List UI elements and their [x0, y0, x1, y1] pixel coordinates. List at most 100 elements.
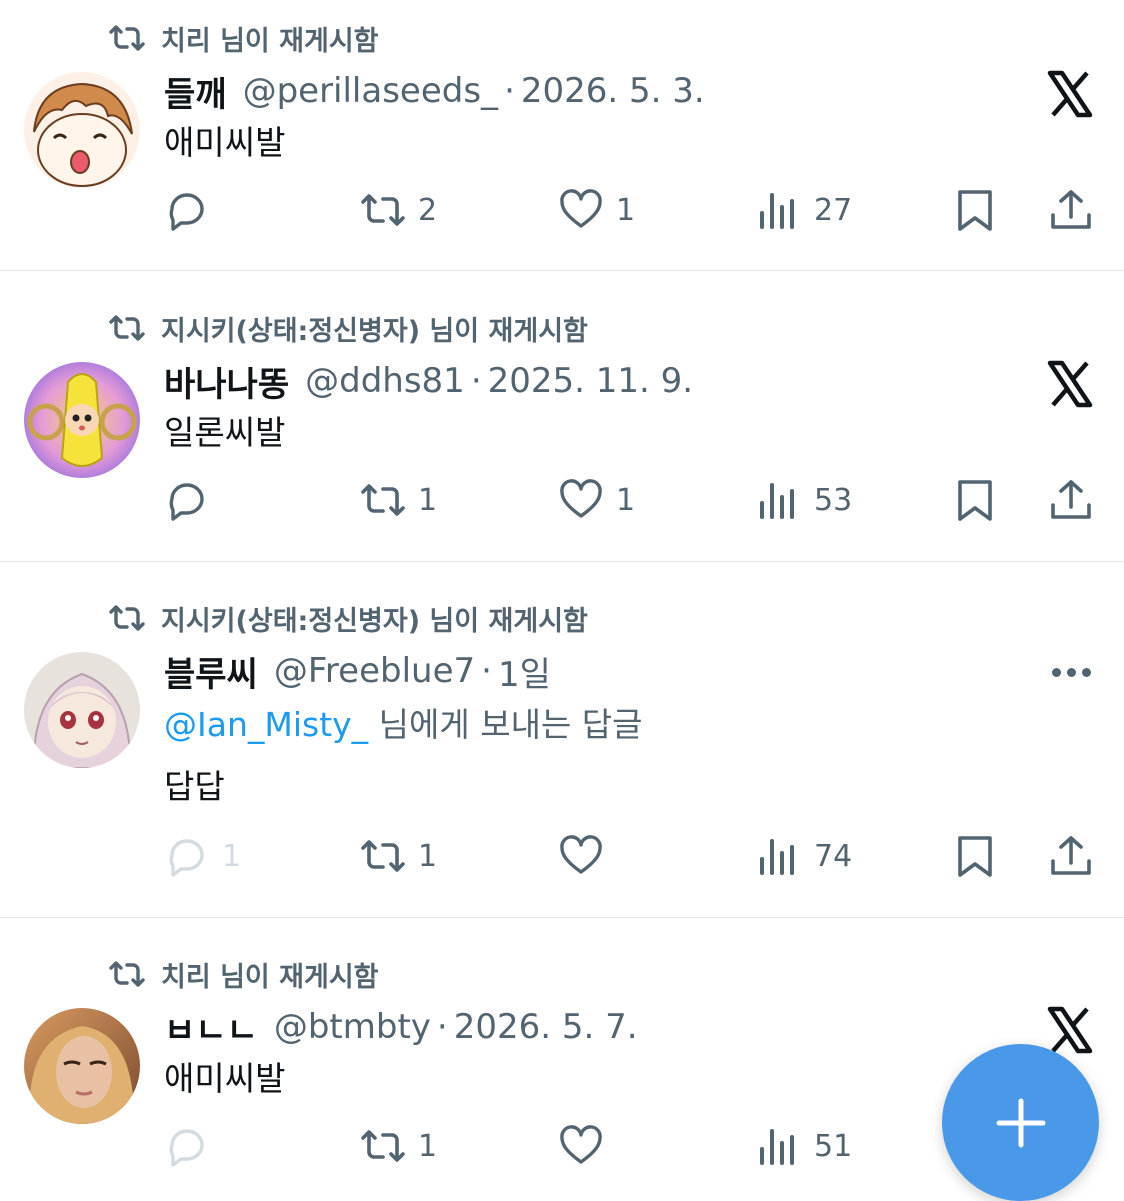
tweet-2[interactable]: 지시키(상태:정신병자) 님이 재게시함 바나나똥 @ddhs81 · 2025… [0, 290, 1124, 560]
retweet-context: 치리 님이 재게시함 [107, 954, 379, 994]
retweet-count: 1 [418, 482, 438, 518]
retweet-icon [361, 194, 405, 226]
tweet-header: 들깨 @perillaseeds_ · 2026. 5. 3. [164, 67, 705, 116]
divider [0, 561, 1124, 562]
x-logo-icon[interactable] [1046, 1006, 1094, 1054]
heart-icon [560, 1125, 602, 1164]
views-button[interactable]: 74 [756, 828, 852, 884]
avatar[interactable] [24, 1008, 140, 1124]
timestamp[interactable]: 2026. 5. 7. [454, 1007, 638, 1047]
retweet-small-icon [109, 605, 145, 631]
timestamp[interactable]: 2025. 11. 9. [488, 361, 693, 401]
views-count: 51 [814, 1128, 853, 1164]
retweet-button[interactable]: 1 [360, 472, 437, 528]
like-count: 1 [616, 482, 636, 518]
reply-context: @Ian_Misty_ 님에게 보내는 답글 [164, 698, 643, 746]
bookmark-icon [958, 836, 992, 877]
handle[interactable]: @btmbty [274, 1007, 431, 1047]
compose-button[interactable] [942, 1044, 1099, 1201]
separator-dot: · [436, 1007, 448, 1047]
reply-icon [169, 1129, 204, 1167]
handle[interactable]: @ddhs81 [305, 361, 465, 401]
tweet-header: ㅂㄴㄴ @btmbty · 2026. 5. 7. [164, 1003, 638, 1052]
views-count: 53 [814, 482, 853, 518]
heart-icon [560, 479, 602, 518]
like-button[interactable] [558, 1118, 616, 1174]
display-name[interactable]: ㅂㄴㄴ [164, 1003, 258, 1052]
avatar[interactable] [24, 652, 140, 768]
retweet-count: 1 [418, 1128, 438, 1164]
divider [0, 270, 1124, 271]
views-button[interactable]: 51 [756, 1118, 852, 1174]
tweet-text: 애미씨발 [164, 1059, 286, 1098]
display-name[interactable]: 블루씨 [164, 647, 258, 696]
reply-context-text: 님에게 보내는 답글 [368, 705, 643, 744]
views-button[interactable]: 53 [756, 472, 852, 528]
tweet-header: 블루씨 @Freeblue7 · 1일 [164, 647, 551, 696]
retweet-button[interactable]: 1 [360, 1118, 437, 1174]
retweet-context: 치리 님이 재게시함 [107, 18, 379, 58]
retweet-context: 지시키(상태:정신병자) 님이 재게시함 [107, 598, 588, 638]
share-button[interactable] [1048, 182, 1094, 238]
retweet-small-icon [109, 315, 145, 341]
action-bar: 2 1 27 [0, 182, 1124, 238]
views-icon [760, 483, 794, 519]
share-icon [1051, 480, 1091, 519]
retweet-icon [361, 840, 405, 872]
tweet-text: 애미씨발 [164, 123, 286, 162]
retweet-small-icon [109, 961, 145, 987]
like-button[interactable]: 1 [558, 182, 635, 238]
retweet-icon [361, 1130, 405, 1162]
bookmark-icon [958, 190, 992, 231]
more-options-icon[interactable] [1052, 662, 1096, 682]
reply-icon [169, 193, 204, 231]
reply-icon [169, 483, 204, 521]
handle[interactable]: @Freeblue7 [274, 651, 475, 691]
tweet-3[interactable]: 지시키(상태:정신병자) 님이 재게시함 블루씨 @Freeblue7 · 1일… [0, 580, 1124, 916]
action-bar: 1 1 53 [0, 472, 1124, 528]
avatar[interactable] [24, 362, 140, 478]
bookmark-button[interactable] [952, 828, 998, 884]
handle[interactable]: @perillaseeds_ [243, 71, 499, 111]
retweet-context-text: 치리 님이 재게시함 [161, 961, 379, 993]
reply-mention-link[interactable]: @Ian_Misty_ [164, 705, 368, 744]
tweet-text: 일론씨발 [164, 413, 286, 452]
heart-icon [560, 835, 602, 874]
share-icon [1051, 836, 1091, 875]
retweet-small-icon [109, 25, 145, 51]
timestamp[interactable]: 1일 [498, 647, 551, 696]
bookmark-button[interactable] [952, 472, 998, 528]
retweet-button[interactable]: 2 [360, 182, 437, 238]
bookmark-icon [958, 480, 992, 521]
separator-dot: · [481, 651, 492, 691]
tweet-1[interactable]: 치리 님이 재게시함 들깨 @perillaseeds_ · 2026. 5. … [0, 0, 1124, 270]
reply-button[interactable]: 1 [164, 828, 241, 884]
reply-button[interactable] [164, 472, 222, 528]
separator-dot: · [470, 361, 482, 401]
separator-dot: · [504, 71, 515, 111]
reply-button[interactable] [164, 1118, 222, 1174]
retweet-icon [361, 484, 405, 516]
avatar[interactable] [24, 72, 140, 188]
views-icon [760, 193, 794, 229]
retweet-button[interactable]: 1 [360, 828, 437, 884]
display-name[interactable]: 들깨 [164, 67, 227, 116]
display-name[interactable]: 바나나똥 [164, 357, 289, 406]
share-button[interactable] [1048, 828, 1094, 884]
views-count: 27 [814, 192, 853, 228]
timestamp[interactable]: 2026. 5. 3. [521, 71, 705, 111]
x-logo-icon[interactable] [1046, 70, 1094, 118]
like-button[interactable] [558, 828, 616, 884]
reply-icon [169, 839, 204, 877]
heart-icon [560, 189, 602, 228]
bookmark-button[interactable] [952, 182, 998, 238]
retweet-context-text: 지시키(상태:정신병자) 님이 재게시함 [161, 605, 588, 637]
like-count: 1 [616, 192, 636, 228]
retweet-context-text: 치리 님이 재게시함 [161, 25, 379, 57]
retweet-context: 지시키(상태:정신병자) 님이 재게시함 [107, 308, 588, 348]
x-logo-icon[interactable] [1046, 360, 1094, 408]
views-button[interactable]: 27 [756, 182, 852, 238]
like-button[interactable]: 1 [558, 472, 635, 528]
share-button[interactable] [1048, 472, 1094, 528]
reply-button[interactable] [164, 182, 222, 238]
